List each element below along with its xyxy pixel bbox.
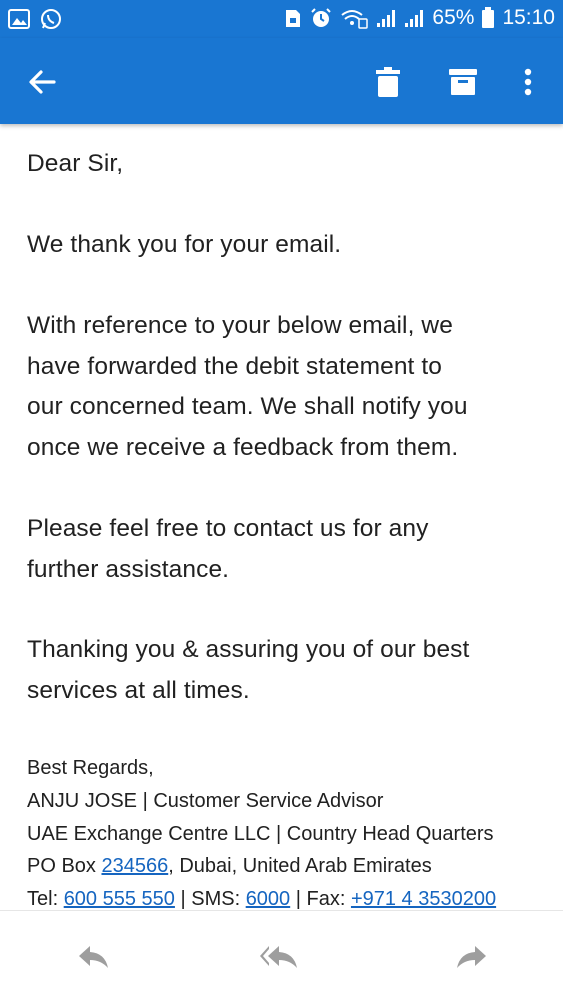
text-line: once we receive a feedback from them.: [27, 433, 459, 461]
battery-icon: [482, 7, 495, 28]
sms-link[interactable]: 6000: [246, 888, 291, 909]
alarm-icon: [311, 8, 332, 27]
email-paragraph: We thank you for your email.: [27, 231, 342, 258]
delete-button[interactable]: [366, 60, 410, 104]
bottom-action-bar: [0, 910, 563, 1001]
text-line: further assistance.: [27, 555, 230, 583]
signature-regards: Best Regards,: [27, 757, 154, 779]
tel-link[interactable]: 600 555 550: [64, 888, 175, 909]
archive-button[interactable]: [441, 60, 485, 104]
back-arrow-icon: [29, 70, 56, 94]
email-paragraph: Thanking you & assuring you of our best …: [27, 630, 469, 711]
email-greeting: Dear Sir,: [27, 150, 124, 177]
reply-all-button[interactable]: [255, 937, 305, 977]
more-options-button[interactable]: [506, 60, 550, 104]
forward-icon: [457, 946, 486, 968]
signature-name-title: ANJU JOSE | Customer Service Advisor: [27, 789, 384, 812]
wifi-icon: [341, 10, 369, 29]
signature-address: PO Box 234566, Dubai, United Arab Emirat…: [27, 850, 547, 883]
reply-all-icon: [260, 946, 297, 968]
archive-icon: [449, 69, 477, 95]
po-prefix: PO Box: [27, 855, 102, 878]
email-paragraph: With reference to your below email, we h…: [27, 306, 468, 468]
whatsapp-icon: [41, 9, 61, 29]
text-line: our concerned team. We shall notify you: [27, 393, 468, 420]
delete-icon: [376, 67, 400, 97]
app-toolbar: [0, 38, 563, 124]
sms-prefix: | SMS:: [174, 888, 246, 909]
text-line: Please feel free to contact us for any: [27, 515, 429, 542]
signal-icon: [377, 10, 396, 27]
forward-button[interactable]: [446, 937, 496, 977]
status-left-icons: [8, 8, 62, 30]
reply-button[interactable]: [69, 937, 119, 977]
signal-icon: [405, 10, 424, 27]
battery-percent: 65%: [432, 6, 475, 29]
sim-lock-icon: [286, 10, 301, 27]
email-signature: Best Regards, ANJU JOSE | Customer Servi…: [27, 752, 547, 909]
email-body: Dear Sir, We thank you for your email. W…: [27, 124, 547, 909]
gallery-icon: [8, 9, 30, 29]
more-vert-icon: [524, 68, 532, 96]
tel-prefix: Tel:: [27, 888, 64, 909]
signature-company: UAE Exchange Centre LLC | Country Head Q…: [27, 822, 494, 845]
status-right-icons: 65% 15:10: [284, 6, 555, 30]
text-line: have forwarded the debit statement to: [27, 352, 443, 380]
fax-prefix: | Fax:: [290, 888, 351, 909]
text-line: With reference to your below email, we: [27, 312, 453, 339]
reply-icon: [79, 946, 108, 968]
text-line: services at all times.: [27, 676, 250, 704]
status-bar: 65% 15:10: [0, 0, 563, 38]
back-button[interactable]: [20, 60, 64, 104]
po-box-link[interactable]: 234566: [101, 855, 168, 877]
text-line: Thanking you & assuring you of our best: [27, 636, 470, 663]
po-suffix: , Dubai, United Arab Emirates: [168, 855, 432, 878]
signature-contacts: Tel: 600 555 550 | SMS: 6000 | Fax: +971…: [27, 883, 547, 909]
fax-link[interactable]: +971 4 3530200: [351, 888, 496, 909]
clock: 15:10: [502, 6, 555, 29]
email-paragraph: Please feel free to contact us for any f…: [27, 509, 428, 590]
